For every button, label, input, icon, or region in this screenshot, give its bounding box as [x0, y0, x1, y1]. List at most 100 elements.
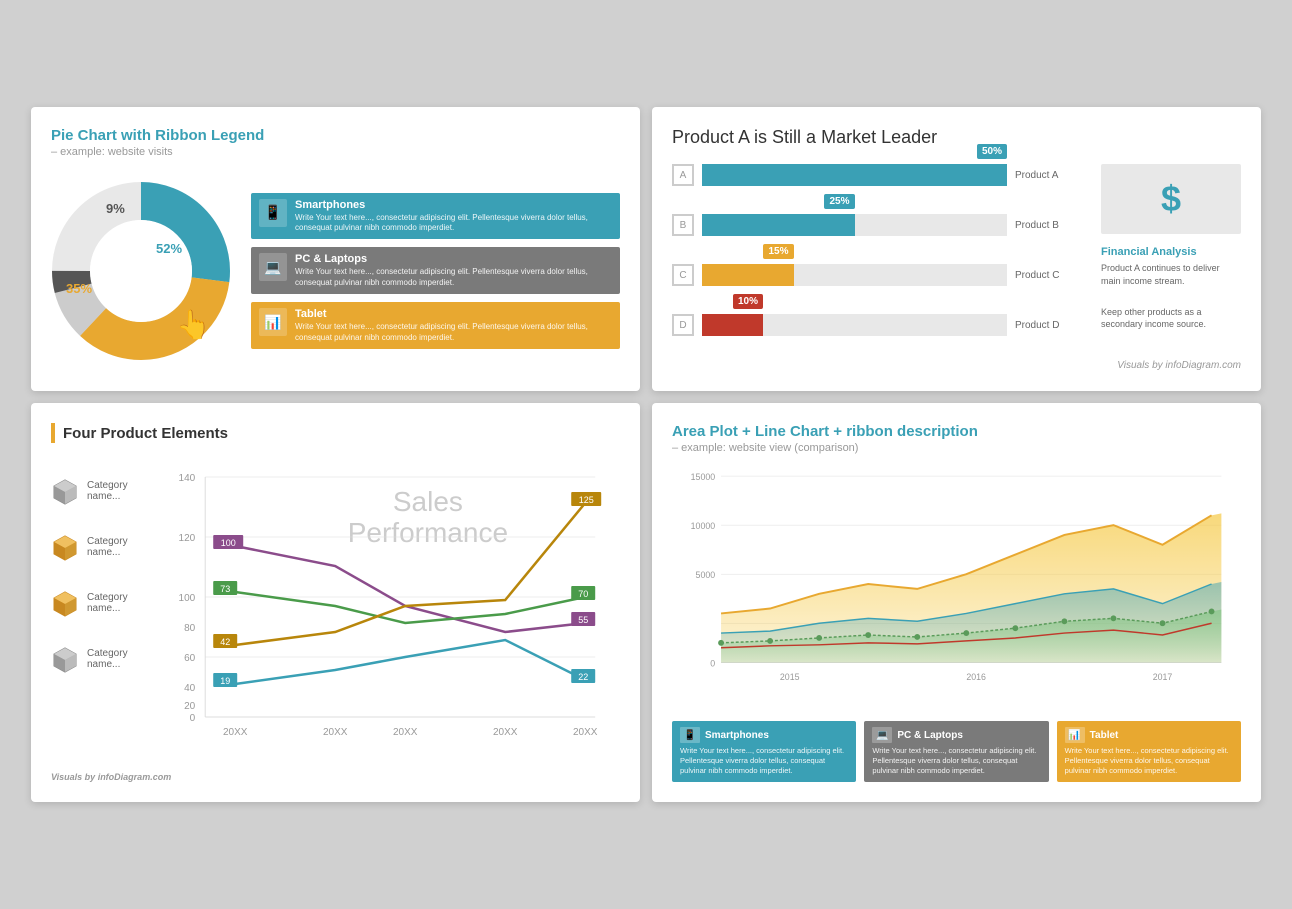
bar-product-c: Product C	[1015, 270, 1085, 281]
bar-product-a: Product A	[1015, 170, 1085, 181]
pct-52-label: 52%	[156, 241, 182, 256]
svg-text:2015: 2015	[780, 673, 800, 683]
svg-text:20: 20	[184, 701, 196, 712]
svg-text:0: 0	[189, 713, 195, 724]
bar-pct-a: 50%	[977, 144, 1007, 159]
product-item-1: Categoryname...	[51, 477, 128, 505]
bar-row-c: C 15% Product C	[672, 264, 1085, 286]
card2-body: A 50% Product A B 25% Produ	[672, 164, 1241, 348]
bar-fill-d: 10%	[702, 314, 763, 336]
svg-text:2016: 2016	[966, 673, 986, 683]
legend-tablet-title: Tablet	[295, 308, 612, 320]
bar-track-a: 50%	[702, 164, 1007, 186]
legend-pclaptops: 💻 PC & Laptops Write Your text here..., …	[251, 247, 620, 294]
legend4-smartphone-icon: 📱	[680, 727, 700, 743]
product-label-3: Categoryname...	[87, 592, 128, 614]
financial-text1: Product A continues to deliver main inco…	[1101, 262, 1241, 287]
card3-header: Four Product Elements	[51, 423, 620, 443]
bar-row-a: A 50% Product A	[672, 164, 1085, 186]
line-chart-svg: 140 120 100 80 60 40 20 0 20XX 20XX 20XX…	[140, 457, 620, 757]
svg-text:60: 60	[184, 653, 196, 664]
card3-footer: Visuals by infoDiagram.com	[51, 772, 620, 782]
legend-smartphones-title: Smartphones	[295, 199, 612, 211]
bar-pct-c: 15%	[763, 244, 793, 259]
svg-text:5000: 5000	[696, 570, 716, 580]
svg-text:20XX: 20XX	[493, 727, 518, 738]
card2-title: Product A is Still a Market Leader	[672, 127, 1241, 148]
legend4-laptop-icon: 💻	[872, 727, 892, 743]
bar-label-b: B	[672, 214, 694, 236]
pie-chart-container: 52% 35% 9% 👆	[51, 181, 231, 361]
svg-text:55: 55	[578, 615, 588, 625]
pct-9-label: 9%	[106, 201, 125, 216]
svg-text:0: 0	[710, 659, 715, 669]
dollar-sign: $	[1161, 178, 1181, 220]
bar-product-b: Product B	[1015, 220, 1085, 231]
card4-title: Area Plot + Line Chart + ribbon descript…	[672, 423, 1241, 440]
card-area-plot: Area Plot + Line Chart + ribbon descript…	[652, 403, 1261, 801]
financial-title: Financial Analysis	[1101, 246, 1241, 258]
svg-text:22: 22	[578, 672, 588, 682]
svg-text:2017: 2017	[1153, 673, 1173, 683]
product-item-4: Categoryname...	[51, 645, 128, 673]
bar-row-b: B 25% Product B	[672, 214, 1085, 236]
cube-icon-4	[51, 645, 79, 673]
legend4-pclaptops-desc: Write Your text here..., consectetur adi…	[872, 746, 1040, 775]
svg-text:100: 100	[178, 593, 195, 604]
bar-fill-b: 25%	[702, 214, 855, 236]
card-four-products: Four Product Elements Categoryname...	[31, 403, 640, 801]
card-pie-chart: Pie Chart with Ribbon Legend – example: …	[31, 107, 640, 391]
legend4-tablet-title: Tablet	[1090, 730, 1119, 741]
product-label-1: Categoryname...	[87, 480, 128, 502]
svg-text:100: 100	[220, 538, 235, 548]
cube-icon-2	[51, 533, 79, 561]
card3-body: Categoryname... Categoryname...	[51, 457, 620, 763]
financial-text2: Keep other products as a secondary incom…	[1101, 306, 1241, 331]
legend4-smartphones: 📱 Smartphones Write Your text here..., c…	[672, 721, 856, 781]
pie-labels: 52% 35% 9% 👆	[51, 181, 231, 361]
bar-product-d: Product D	[1015, 320, 1085, 331]
svg-text:20XX: 20XX	[323, 727, 348, 738]
card4-subtitle: – example: website view (comparison)	[672, 442, 1241, 454]
laptop-icon: 💻	[259, 253, 287, 281]
legend-smartphones: 📱 Smartphones Write Your text here..., c…	[251, 193, 620, 240]
bar-chart-area: A 50% Product A B 25% Produ	[672, 164, 1085, 348]
legend4-smartphones-desc: Write Your text here..., consectetur adi…	[680, 746, 848, 775]
bar-track-c: 15%	[702, 264, 1007, 286]
bar-pct-b: 25%	[824, 194, 854, 209]
svg-text:10000: 10000	[691, 521, 716, 531]
svg-text:19: 19	[220, 676, 230, 686]
svg-text:20XX: 20XX	[573, 727, 598, 738]
bar-label-c: C	[672, 264, 694, 286]
cube-icon-1	[51, 477, 79, 505]
card2-footer: Visuals by infoDiagram.com	[672, 360, 1241, 371]
legend4-smartphones-title: Smartphones	[705, 730, 769, 741]
area-chart-container: 15000 10000 5000 0 2015 2016 2017	[672, 464, 1241, 709]
product-label-4: Categoryname...	[87, 648, 128, 670]
pct-35-label: 35%	[66, 281, 92, 296]
card1-body: 52% 35% 9% 👆 📱 Smartphones Write Your te…	[51, 170, 620, 371]
svg-text:20XX: 20XX	[223, 727, 248, 738]
bar-row-d: D 10% Product D	[672, 314, 1085, 336]
svg-text:20XX: 20XX	[393, 727, 418, 738]
card2-side: $ Financial Analysis Product A continues…	[1101, 164, 1241, 348]
bar-track-d: 10%	[702, 314, 1007, 336]
svg-text:80: 80	[184, 623, 196, 634]
legend4-pclaptops: 💻 PC & Laptops Write Your text here..., …	[864, 721, 1048, 781]
smartphone-icon: 📱	[259, 199, 287, 227]
product-icons-col: Categoryname... Categoryname...	[51, 457, 128, 763]
bar-label-a: A	[672, 164, 694, 186]
card3-title: Four Product Elements	[63, 425, 228, 442]
svg-text:15000: 15000	[691, 472, 716, 482]
tablet-icon: 📊	[259, 308, 287, 336]
svg-text:40: 40	[184, 683, 196, 694]
dollar-box: $	[1101, 164, 1241, 234]
card4-legend: 📱 Smartphones Write Your text here..., c…	[672, 721, 1241, 781]
svg-text:70: 70	[578, 589, 588, 599]
bar-fill-a: 50%	[702, 164, 1007, 186]
legend4-tablet: 📊 Tablet Write Your text here..., consec…	[1057, 721, 1241, 781]
line-chart-container: SalesPerformance 140 120 100 80 60	[140, 457, 620, 763]
dashboard: Pie Chart with Ribbon Legend – example: …	[31, 107, 1261, 801]
legend-smartphones-desc: Write Your text here..., consectetur adi…	[295, 213, 612, 234]
legend-pclaptops-title: PC & Laptops	[295, 253, 612, 265]
